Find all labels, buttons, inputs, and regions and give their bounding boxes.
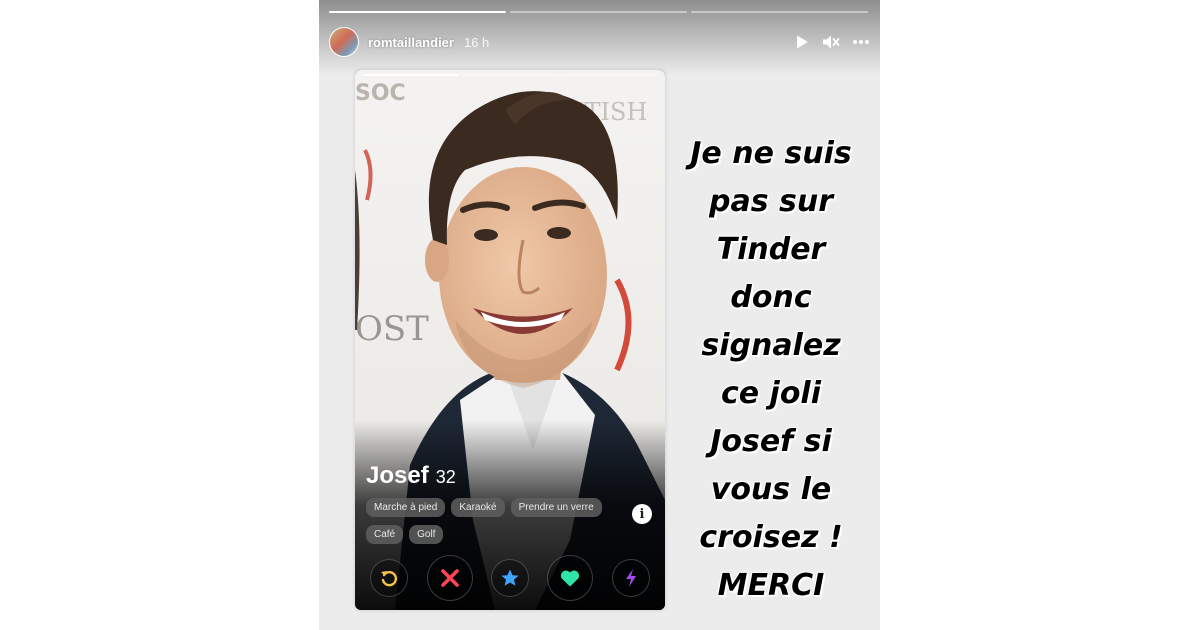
interest-tag: Café <box>366 525 404 544</box>
nope-button[interactable] <box>426 555 473 601</box>
interest-tag: Karaoké <box>451 498 505 517</box>
tinder-profile-card: SOC ITISH OST Josef 32 Marche à pied Kar… <box>355 70 665 610</box>
story-progress-bar <box>329 11 868 13</box>
story-username[interactable]: romtaillandier <box>368 35 454 50</box>
caption-line: ce joli <box>720 376 822 411</box>
action-bar <box>355 555 665 601</box>
profile-name: Josef <box>366 462 429 489</box>
nope-icon <box>440 569 459 587</box>
boost-button[interactable] <box>611 559 650 597</box>
boost-icon <box>625 569 636 587</box>
profile-age: 32 <box>435 467 456 487</box>
interest-tags: Marche à pied Karaoké Prendre un verre C… <box>366 498 626 544</box>
story-viewer: romtaillandier 16 h SOC ITISH OST Josef … <box>319 0 880 630</box>
svg-text:OST: OST <box>355 309 429 349</box>
super-like-button[interactable] <box>490 559 529 597</box>
play-icon[interactable] <box>794 34 810 50</box>
caption-line: MERCI <box>717 568 825 603</box>
caption-line: Je ne suis <box>690 136 852 171</box>
story-caption: Je ne suis pas sur Tinder donc signalez ce jo… <box>676 130 866 610</box>
interest-tag: Marche à pied <box>366 498 446 517</box>
interest-tag: Prendre un verre <box>510 498 602 517</box>
story-controls <box>794 34 870 50</box>
photo-progress-segment <box>561 74 657 76</box>
story-header: romtaillandier 16 h <box>329 24 870 60</box>
caption-line: croisez ! <box>699 520 843 555</box>
photo-progress-bar <box>363 74 657 76</box>
avatar[interactable] <box>329 27 359 57</box>
caption-line: Josef si <box>710 424 832 459</box>
like-button[interactable] <box>547 555 594 601</box>
caption-line: pas sur <box>708 184 834 219</box>
photo-progress-segment <box>363 74 459 76</box>
caption-line: vous le <box>710 472 832 507</box>
caption-line: signalez <box>701 328 841 363</box>
info-icon[interactable]: i <box>632 504 652 524</box>
rewind-icon <box>381 570 398 587</box>
photo-progress-segment <box>462 74 558 76</box>
muted-speaker-icon[interactable] <box>822 34 840 50</box>
like-heart-icon <box>561 570 580 587</box>
profile-name-row: Josef 32 <box>366 462 456 490</box>
story-progress-segment <box>691 11 868 13</box>
story-progress-segment <box>329 11 506 13</box>
rewind-button[interactable] <box>370 559 409 597</box>
story-progress-segment <box>510 11 687 13</box>
interest-tag: Golf <box>409 525 444 544</box>
super-like-icon <box>501 569 519 586</box>
caption-line: Tinder <box>716 232 826 267</box>
caption-line: donc <box>730 280 812 315</box>
svg-text:SOC: SOC <box>355 81 406 106</box>
story-timestamp: 16 h <box>463 34 490 50</box>
more-dots-icon[interactable] <box>852 39 870 45</box>
